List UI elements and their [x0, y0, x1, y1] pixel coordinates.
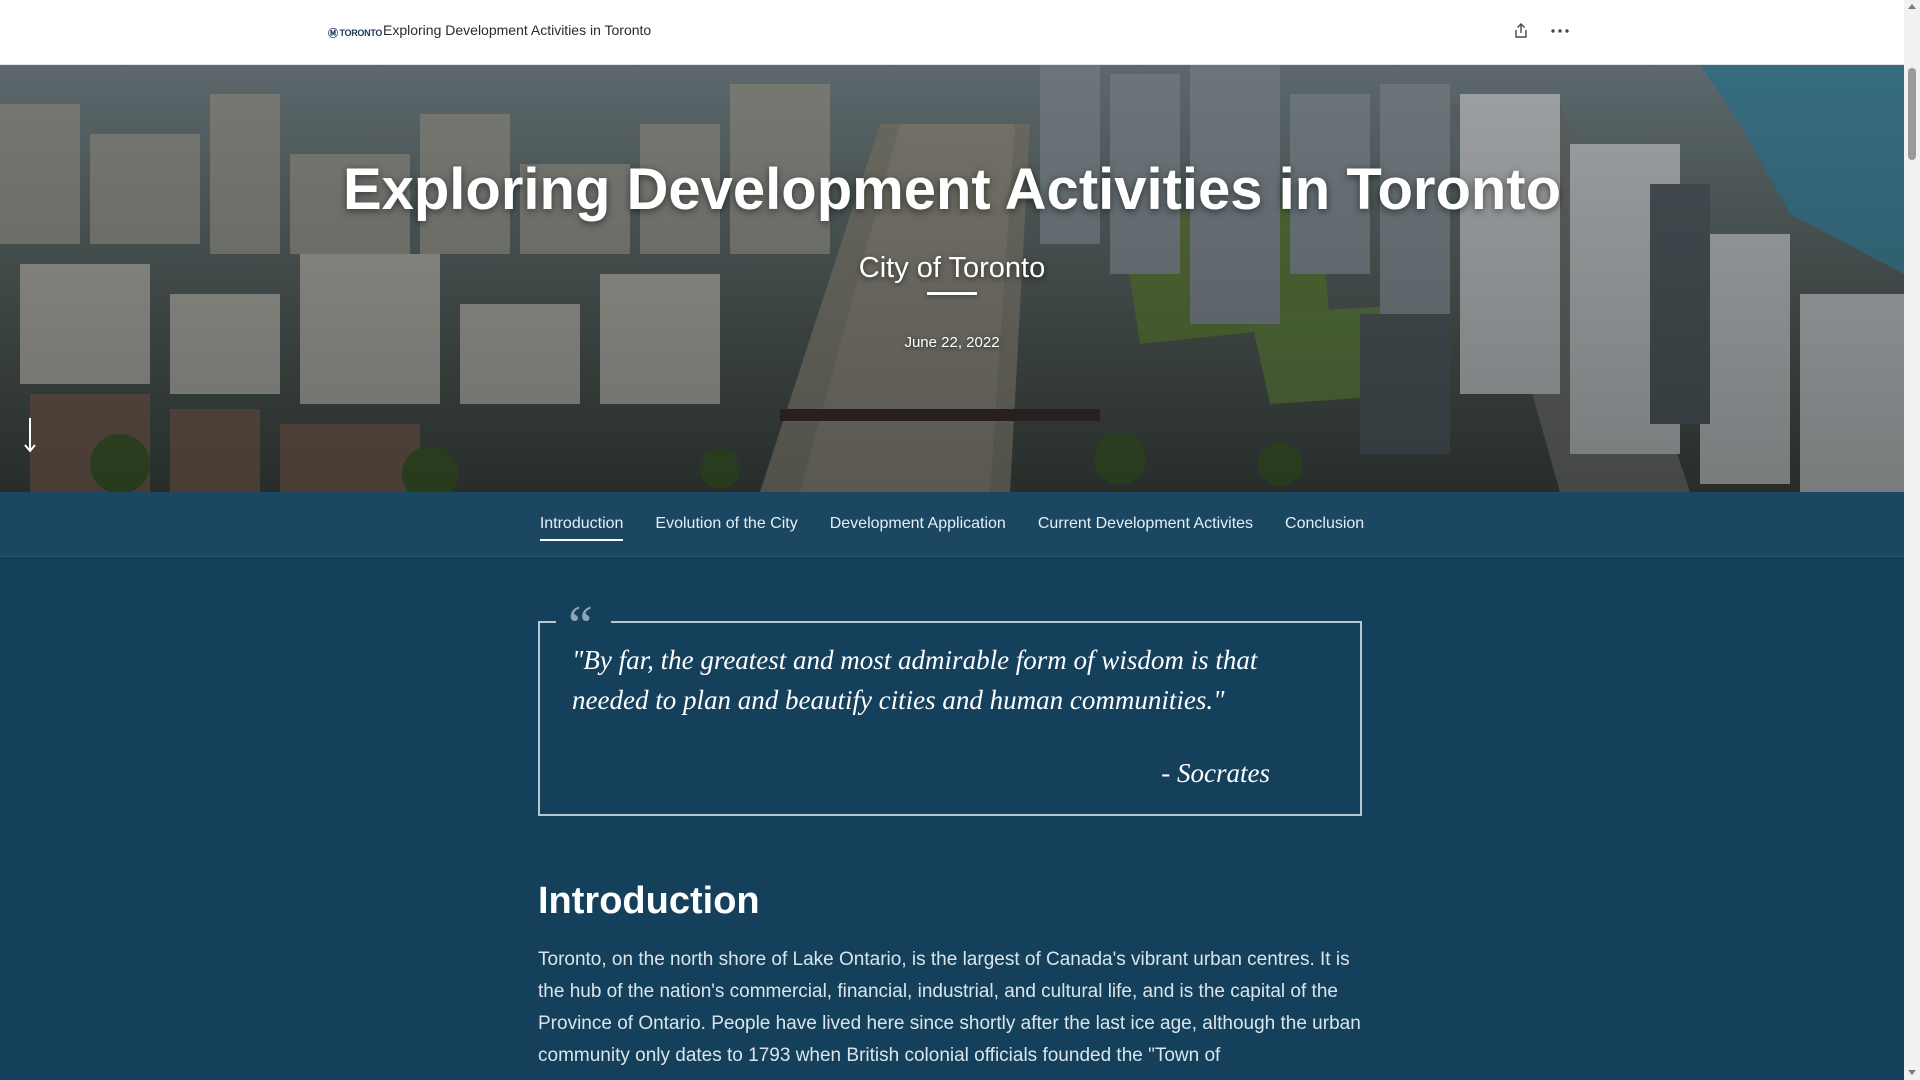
nav-tab-introduction[interactable]: Introduction [539, 509, 623, 541]
introduction-heading: Introduction [538, 880, 760, 922]
nav-tab-development-application[interactable]: Development Application [830, 509, 1006, 539]
hero-title: Exploring Development Activities in Toro… [342, 157, 1562, 222]
story-title-small: Exploring Development Activities in Toro… [383, 22, 652, 38]
page-scrollbar[interactable] [1904, 0, 1920, 1080]
quote-text: "By far, the greatest and most admirable… [572, 645, 1258, 715]
quote-author: - Socrates [1161, 758, 1270, 788]
hero-subtitle: City of Toronto [858, 252, 1046, 284]
introduction-paragraph: Toronto, on the north shore of Lake Onta… [538, 949, 1361, 1066]
section-navigation: Introduction Evolution of the City Devel… [0, 492, 1904, 557]
toronto-logo-text: TORONTO [339, 27, 383, 38]
nav-tab-conclusion[interactable]: Conclusion [1285, 509, 1364, 539]
scroll-down-button[interactable] [22, 416, 38, 456]
scroll-up-arrow-icon[interactable] [1908, 4, 1916, 9]
share-icon [1515, 23, 1527, 38]
share-button[interactable] [1512, 22, 1530, 40]
scroll-down-arrow-icon[interactable] [1908, 1070, 1916, 1075]
top-header: Ⓜ TORONTO Exploring Development Activiti… [0, 0, 1904, 65]
publish-date: June 22, 2022 [904, 334, 1000, 351]
nav-tab-evolution[interactable]: Evolution of the City [655, 509, 797, 539]
more-options-icon [1551, 29, 1569, 33]
more-options-button[interactable] [1549, 22, 1571, 40]
toronto-logo-mark: Ⓜ [328, 29, 338, 40]
hero-divider [927, 292, 977, 295]
nav-tab-current-development[interactable]: Current Development Activites [1038, 509, 1253, 539]
arrow-down-icon [24, 418, 36, 453]
toronto-logo[interactable]: Ⓜ TORONTO [328, 25, 383, 41]
scrollbar-thumb[interactable] [1908, 68, 1916, 160]
hero-banner: Exploring Development Activities in Toro… [0, 64, 1904, 492]
